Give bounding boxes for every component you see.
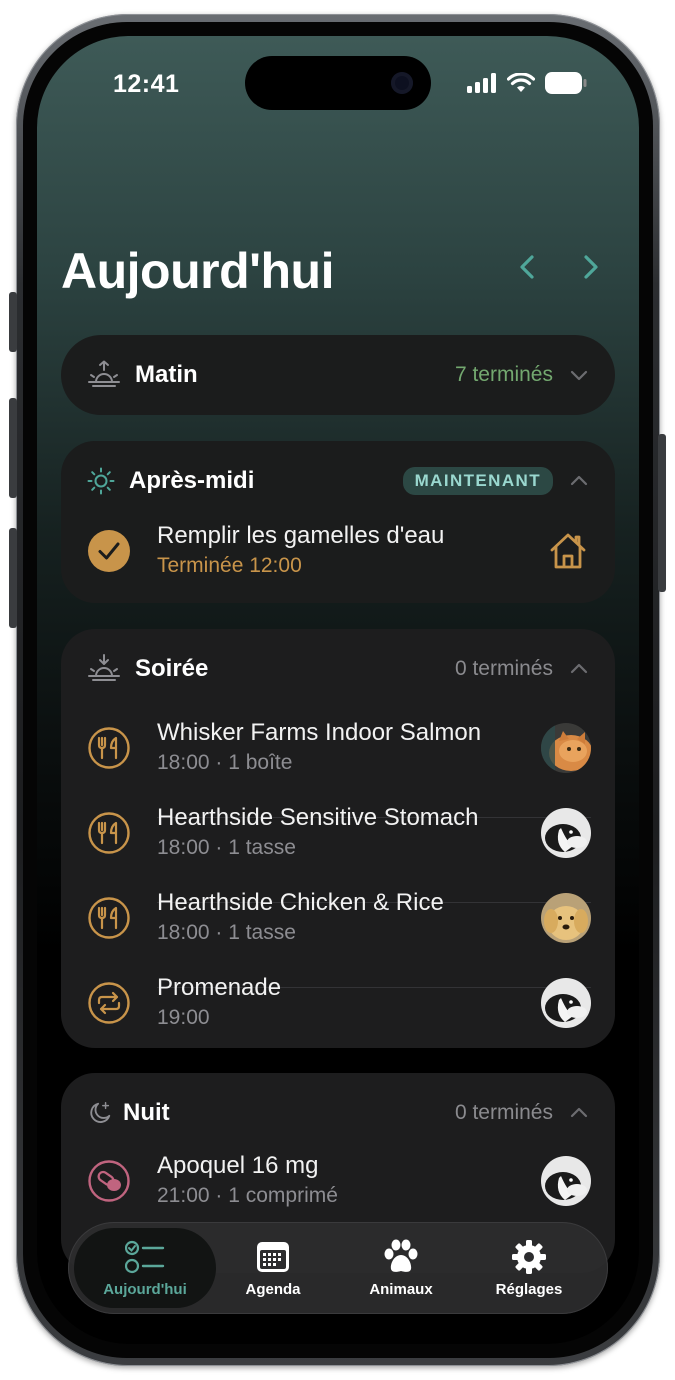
task-title: Promenade bbox=[157, 973, 282, 1001]
sunrise-icon bbox=[87, 358, 121, 392]
tab-label: Aujourd'hui bbox=[103, 1280, 187, 1298]
pet-avatar-dog-border-collie bbox=[541, 807, 591, 858]
task-text: Remplir les gamelles d'eau Terminée 12:0… bbox=[157, 521, 547, 581]
section-title: Matin bbox=[135, 361, 198, 388]
task-row[interactable]: Whisker Farms Indoor Salmon 18:00 · 1 bo… bbox=[87, 705, 591, 790]
task-subtitle: Terminée 12:00 bbox=[157, 553, 302, 577]
tab-label: Réglages bbox=[495, 1280, 563, 1298]
tab-animaux[interactable]: Animaux bbox=[330, 1228, 472, 1308]
chevron-up-icon[interactable] bbox=[569, 471, 589, 491]
section-header[interactable]: Matin 7 terminés bbox=[87, 335, 589, 415]
fork-knife-icon[interactable] bbox=[87, 726, 131, 770]
task-title: Apoquel 16 mg bbox=[157, 1151, 319, 1179]
pill-icon[interactable] bbox=[87, 1159, 131, 1203]
task-subtitle: 18:00 · 1 tasse bbox=[157, 835, 296, 859]
task-row[interactable]: Apoquel 16 mg 21:00 · 1 comprimé bbox=[87, 1138, 591, 1223]
completed-count: 0 terminés bbox=[454, 657, 553, 680]
task-row[interactable]: Promenade 19:00 bbox=[87, 960, 591, 1045]
tab-label: Animaux bbox=[369, 1280, 433, 1298]
section-title: Après-midi bbox=[129, 467, 255, 494]
status-time: 12:41 bbox=[113, 70, 180, 98]
section-matin[interactable]: Matin 7 terminés bbox=[61, 335, 615, 415]
task-text: Apoquel 16 mg 21:00 · 1 comprimé bbox=[157, 1151, 541, 1211]
screen: 12:41 Aujourd'hui Matin 7 terminés Après… bbox=[37, 36, 639, 1344]
task-text: Hearthside Chicken & Rice 18:00 · 1 tass… bbox=[157, 888, 541, 948]
task-title: Hearthside Sensitive Stomach bbox=[157, 803, 479, 831]
task-title: Remplir les gamelles d'eau bbox=[157, 521, 445, 549]
task-title: Whisker Farms Indoor Salmon bbox=[157, 718, 482, 746]
chevron-up-icon[interactable] bbox=[569, 1103, 589, 1123]
gear-icon bbox=[509, 1239, 549, 1275]
task-subtitle: 18:00 · 1 tasse bbox=[157, 920, 296, 944]
moon-stars-icon bbox=[87, 1096, 113, 1130]
home-icon bbox=[550, 533, 586, 568]
task-title: Hearthside Chicken & Rice bbox=[157, 888, 444, 916]
power-button bbox=[658, 434, 666, 592]
task-subtitle: 19:00 bbox=[157, 1005, 210, 1029]
chevron-down-icon[interactable] bbox=[569, 365, 589, 385]
task-subtitle: 18:00 · 1 boîte bbox=[157, 750, 293, 774]
volume-down-button bbox=[9, 528, 17, 628]
task-text: Hearthside Sensitive Stomach 18:00 · 1 t… bbox=[157, 803, 541, 863]
section-soiree: Soirée 0 terminés Whisker Farms Indoor S… bbox=[61, 629, 615, 1048]
section-header[interactable]: Soirée 0 terminés bbox=[87, 629, 589, 709]
completed-count: 7 terminés bbox=[454, 363, 553, 386]
pet-avatar-dog-border-collie bbox=[541, 977, 591, 1028]
tab-reglages[interactable]: Réglages bbox=[458, 1228, 600, 1308]
task-row[interactable]: Hearthside Chicken & Rice 18:00 · 1 tass… bbox=[87, 875, 591, 960]
pet-avatar-dog-border-collie bbox=[541, 1155, 591, 1206]
dynamic-island bbox=[245, 56, 431, 110]
chevron-up-icon[interactable] bbox=[569, 659, 589, 679]
checklist-icon bbox=[125, 1239, 165, 1275]
action-button bbox=[9, 292, 17, 352]
tab-bar: Aujourd'hui Agenda Animaux Réglages bbox=[68, 1222, 608, 1314]
fork-knife-icon[interactable] bbox=[87, 896, 131, 940]
section-apres-midi: Après-midi MAINTENANT Remplir les gamell… bbox=[61, 441, 615, 603]
pet-avatar-dog-golden-retriever bbox=[541, 892, 591, 943]
sunset-icon bbox=[87, 652, 121, 686]
completed-count: 0 terminés bbox=[454, 1101, 553, 1124]
task-text: Whisker Farms Indoor Salmon 18:00 · 1 bo… bbox=[157, 718, 541, 778]
page-title: Aujourd'hui bbox=[61, 243, 335, 299]
section-title: Nuit bbox=[123, 1099, 170, 1126]
previous-day-button[interactable] bbox=[515, 254, 541, 280]
fork-knife-icon[interactable] bbox=[87, 811, 131, 855]
task-text: Promenade 19:00 bbox=[157, 973, 541, 1033]
tab-label: Agenda bbox=[245, 1280, 301, 1298]
paw-icon bbox=[381, 1239, 421, 1275]
wifi-icon bbox=[507, 73, 535, 92]
now-badge: MAINTENANT bbox=[402, 467, 553, 495]
sun-icon bbox=[87, 464, 115, 498]
volume-up-button bbox=[9, 398, 17, 498]
signal-icon bbox=[467, 73, 496, 93]
pet-avatar-cat bbox=[541, 722, 591, 773]
checkmark-done-icon[interactable] bbox=[87, 529, 131, 573]
battery-icon bbox=[545, 72, 587, 94]
tab-agenda[interactable]: Agenda bbox=[202, 1228, 344, 1308]
camera-icon bbox=[391, 72, 413, 94]
status-icons bbox=[467, 72, 587, 94]
calendar-icon bbox=[253, 1239, 293, 1275]
repeat-icon[interactable] bbox=[87, 981, 131, 1025]
section-title: Soirée bbox=[135, 655, 209, 682]
task-subtitle: 21:00 · 1 comprimé bbox=[157, 1183, 338, 1207]
next-day-button[interactable] bbox=[577, 254, 603, 280]
task-row[interactable]: Hearthside Sensitive Stomach 18:00 · 1 t… bbox=[87, 790, 591, 875]
tab-aujourdhui[interactable]: Aujourd'hui bbox=[74, 1228, 216, 1308]
task-row[interactable]: Remplir les gamelles d'eau Terminée 12:0… bbox=[87, 508, 591, 593]
